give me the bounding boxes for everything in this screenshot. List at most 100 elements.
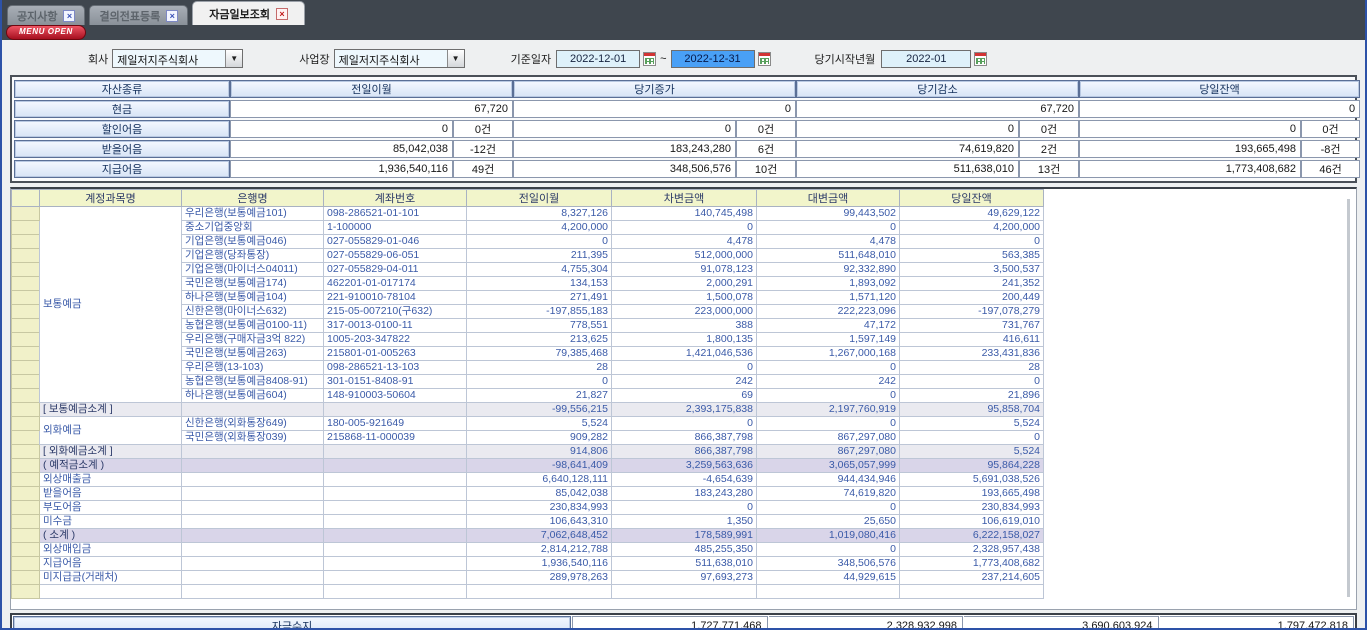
account-number-cell[interactable]: [324, 557, 467, 571]
row-selector-cell[interactable]: [12, 501, 40, 515]
menu-open-button[interactable]: MENU OPEN: [6, 25, 86, 40]
account-number-cell[interactable]: [324, 487, 467, 501]
amount-cell[interactable]: 0: [757, 501, 900, 515]
account-label-cell[interactable]: 외상매입금: [40, 543, 182, 557]
amount-cell[interactable]: 233,431,836: [900, 347, 1044, 361]
tab-close-icon[interactable]: ×: [166, 10, 178, 22]
account-number-cell[interactable]: [324, 459, 467, 473]
amount-cell[interactable]: 21,896: [900, 389, 1044, 403]
amount-cell[interactable]: 95,864,228: [900, 459, 1044, 473]
tab-close-icon[interactable]: ×: [276, 8, 288, 20]
row-selector-cell[interactable]: [12, 319, 40, 333]
amount-cell[interactable]: 563,385: [900, 249, 1044, 263]
account-number-cell[interactable]: 221-910010-78104: [324, 291, 467, 305]
amount-cell[interactable]: 92,332,890: [757, 263, 900, 277]
amount-cell[interactable]: 1,571,120: [757, 291, 900, 305]
amount-cell[interactable]: 4,755,304: [467, 263, 612, 277]
row-selector-cell[interactable]: [12, 557, 40, 571]
amount-cell[interactable]: 867,297,080: [757, 431, 900, 445]
bank-name-cell[interactable]: [182, 445, 324, 459]
amount-cell[interactable]: 5,524: [900, 445, 1044, 459]
amount-cell[interactable]: 211,395: [467, 249, 612, 263]
amount-cell[interactable]: 0: [757, 389, 900, 403]
amount-cell[interactable]: 2,814,212,788: [467, 543, 612, 557]
amount-cell[interactable]: 2,000,291: [612, 277, 757, 291]
amount-cell[interactable]: 28: [900, 361, 1044, 375]
amount-cell[interactable]: 2,328,957,438: [900, 543, 1044, 557]
account-number-cell[interactable]: 027-055829-01-046: [324, 235, 467, 249]
vertical-scrollbar[interactable]: [1347, 199, 1350, 597]
account-label-cell[interactable]: 받을어음: [40, 487, 182, 501]
amount-cell[interactable]: 213,625: [467, 333, 612, 347]
bank-name-cell[interactable]: 중소기업중앙회: [182, 221, 324, 235]
amount-cell[interactable]: 867,297,080: [757, 445, 900, 459]
amount-cell[interactable]: 1,421,046,536: [612, 347, 757, 361]
bank-name-cell[interactable]: 국민은행(보통예금174): [182, 277, 324, 291]
amount-cell[interactable]: 2,393,175,838: [612, 403, 757, 417]
bank-name-cell[interactable]: [182, 487, 324, 501]
bank-name-cell[interactable]: [182, 571, 324, 585]
account-number-cell[interactable]: 215801-01-005263: [324, 347, 467, 361]
amount-cell[interactable]: 0: [757, 543, 900, 557]
bank-name-cell[interactable]: [182, 459, 324, 473]
amount-cell[interactable]: 1,936,540,116: [467, 557, 612, 571]
account-label-cell[interactable]: 미지급금(거래처): [40, 571, 182, 585]
account-group-cell[interactable]: 외화예금: [40, 417, 182, 445]
row-selector-cell[interactable]: [12, 431, 40, 445]
amount-cell[interactable]: 0: [612, 361, 757, 375]
row-selector-cell[interactable]: [12, 389, 40, 403]
tab-공지사항[interactable]: 공지사항×: [7, 5, 85, 25]
bank-name-cell[interactable]: [182, 515, 324, 529]
account-number-cell[interactable]: [324, 445, 467, 459]
account-number-cell[interactable]: [324, 501, 467, 515]
amount-cell[interactable]: -98,641,409: [467, 459, 612, 473]
amount-cell[interactable]: -4,654,639: [612, 473, 757, 487]
amount-cell[interactable]: 7,062,648,452: [467, 529, 612, 543]
amount-cell[interactable]: 28: [467, 361, 612, 375]
row-selector-cell[interactable]: [12, 585, 40, 599]
date-from-input[interactable]: [556, 50, 640, 68]
amount-cell[interactable]: 241,352: [900, 277, 1044, 291]
tab-자금일보조회[interactable]: 자금일보조회×: [192, 1, 305, 25]
asset-type-cell[interactable]: 지급어음: [14, 160, 230, 178]
amount-cell[interactable]: 0: [757, 221, 900, 235]
bank-name-cell[interactable]: 국민은행(보통예금263): [182, 347, 324, 361]
amount-cell[interactable]: 0: [612, 417, 757, 431]
bank-name-cell[interactable]: 우리은행(13-103): [182, 361, 324, 375]
amount-cell[interactable]: 183,243,280: [612, 487, 757, 501]
amount-cell[interactable]: 1,800,135: [612, 333, 757, 347]
calendar-icon[interactable]: [974, 52, 987, 66]
bank-name-cell[interactable]: 농협은행(보통예금0100-11): [182, 319, 324, 333]
account-label-cell[interactable]: ( 소계 ): [40, 529, 182, 543]
bank-name-cell[interactable]: 하나은행(보통예금604): [182, 389, 324, 403]
amount-cell[interactable]: 4,200,000: [467, 221, 612, 235]
amount-cell[interactable]: 79,385,468: [467, 347, 612, 361]
amount-cell[interactable]: 1,350: [612, 515, 757, 529]
amount-cell[interactable]: 230,834,993: [467, 501, 612, 515]
account-number-cell[interactable]: 027-055829-06-051: [324, 249, 467, 263]
row-selector-cell[interactable]: [12, 515, 40, 529]
account-number-cell[interactable]: [324, 515, 467, 529]
row-selector-cell[interactable]: [12, 403, 40, 417]
amount-cell[interactable]: 0: [467, 375, 612, 389]
amount-cell[interactable]: 3,500,537: [900, 263, 1044, 277]
account-number-cell[interactable]: 027-055829-04-011: [324, 263, 467, 277]
account-number-cell[interactable]: [324, 543, 467, 557]
row-selector-cell[interactable]: [12, 361, 40, 375]
amount-cell[interactable]: 2,197,760,919: [757, 403, 900, 417]
amount-cell[interactable]: 178,589,991: [612, 529, 757, 543]
amount-cell[interactable]: 74,619,820: [757, 487, 900, 501]
amount-cell[interactable]: 511,648,010: [757, 249, 900, 263]
bank-name-cell[interactable]: 기업은행(마이너스04011): [182, 263, 324, 277]
asset-type-cell[interactable]: 받을어음: [14, 140, 230, 158]
bank-name-cell[interactable]: [182, 557, 324, 571]
row-selector-cell[interactable]: [12, 221, 40, 235]
amount-cell[interactable]: 4,478: [612, 235, 757, 249]
account-number-cell[interactable]: 1005-203-347822: [324, 333, 467, 347]
account-group-cell[interactable]: 보통예금: [40, 207, 182, 403]
bank-name-cell[interactable]: 하나은행(보통예금104): [182, 291, 324, 305]
amount-cell[interactable]: 511,638,010: [612, 557, 757, 571]
account-number-cell[interactable]: [324, 403, 467, 417]
amount-cell[interactable]: 485,255,350: [612, 543, 757, 557]
calendar-icon[interactable]: [758, 52, 771, 66]
